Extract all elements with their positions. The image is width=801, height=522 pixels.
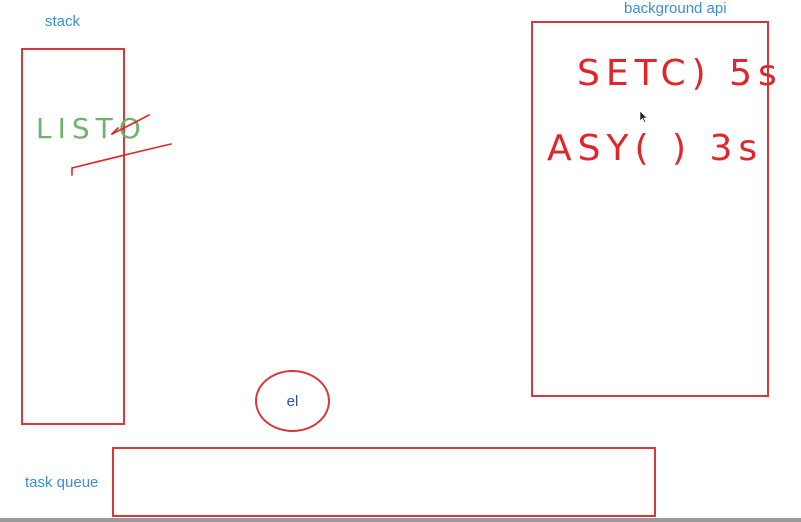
event-loop-label: el [286,392,299,410]
task-queue-box [112,447,656,517]
stack-label: stack [45,13,81,30]
stack-box [21,48,125,425]
stack-entry-handwritten: LISTO [36,112,147,145]
background-entry-2-handwritten: ASY( ) 3s [547,128,764,169]
background-api-label: background api [624,0,727,17]
bottom-divider [0,518,801,522]
mouse-cursor-icon [640,111,648,123]
event-loop-circle: el [255,370,330,432]
background-entry-1-handwritten: SETC) 5s [577,53,783,94]
task-queue-label: task queue [25,474,99,491]
